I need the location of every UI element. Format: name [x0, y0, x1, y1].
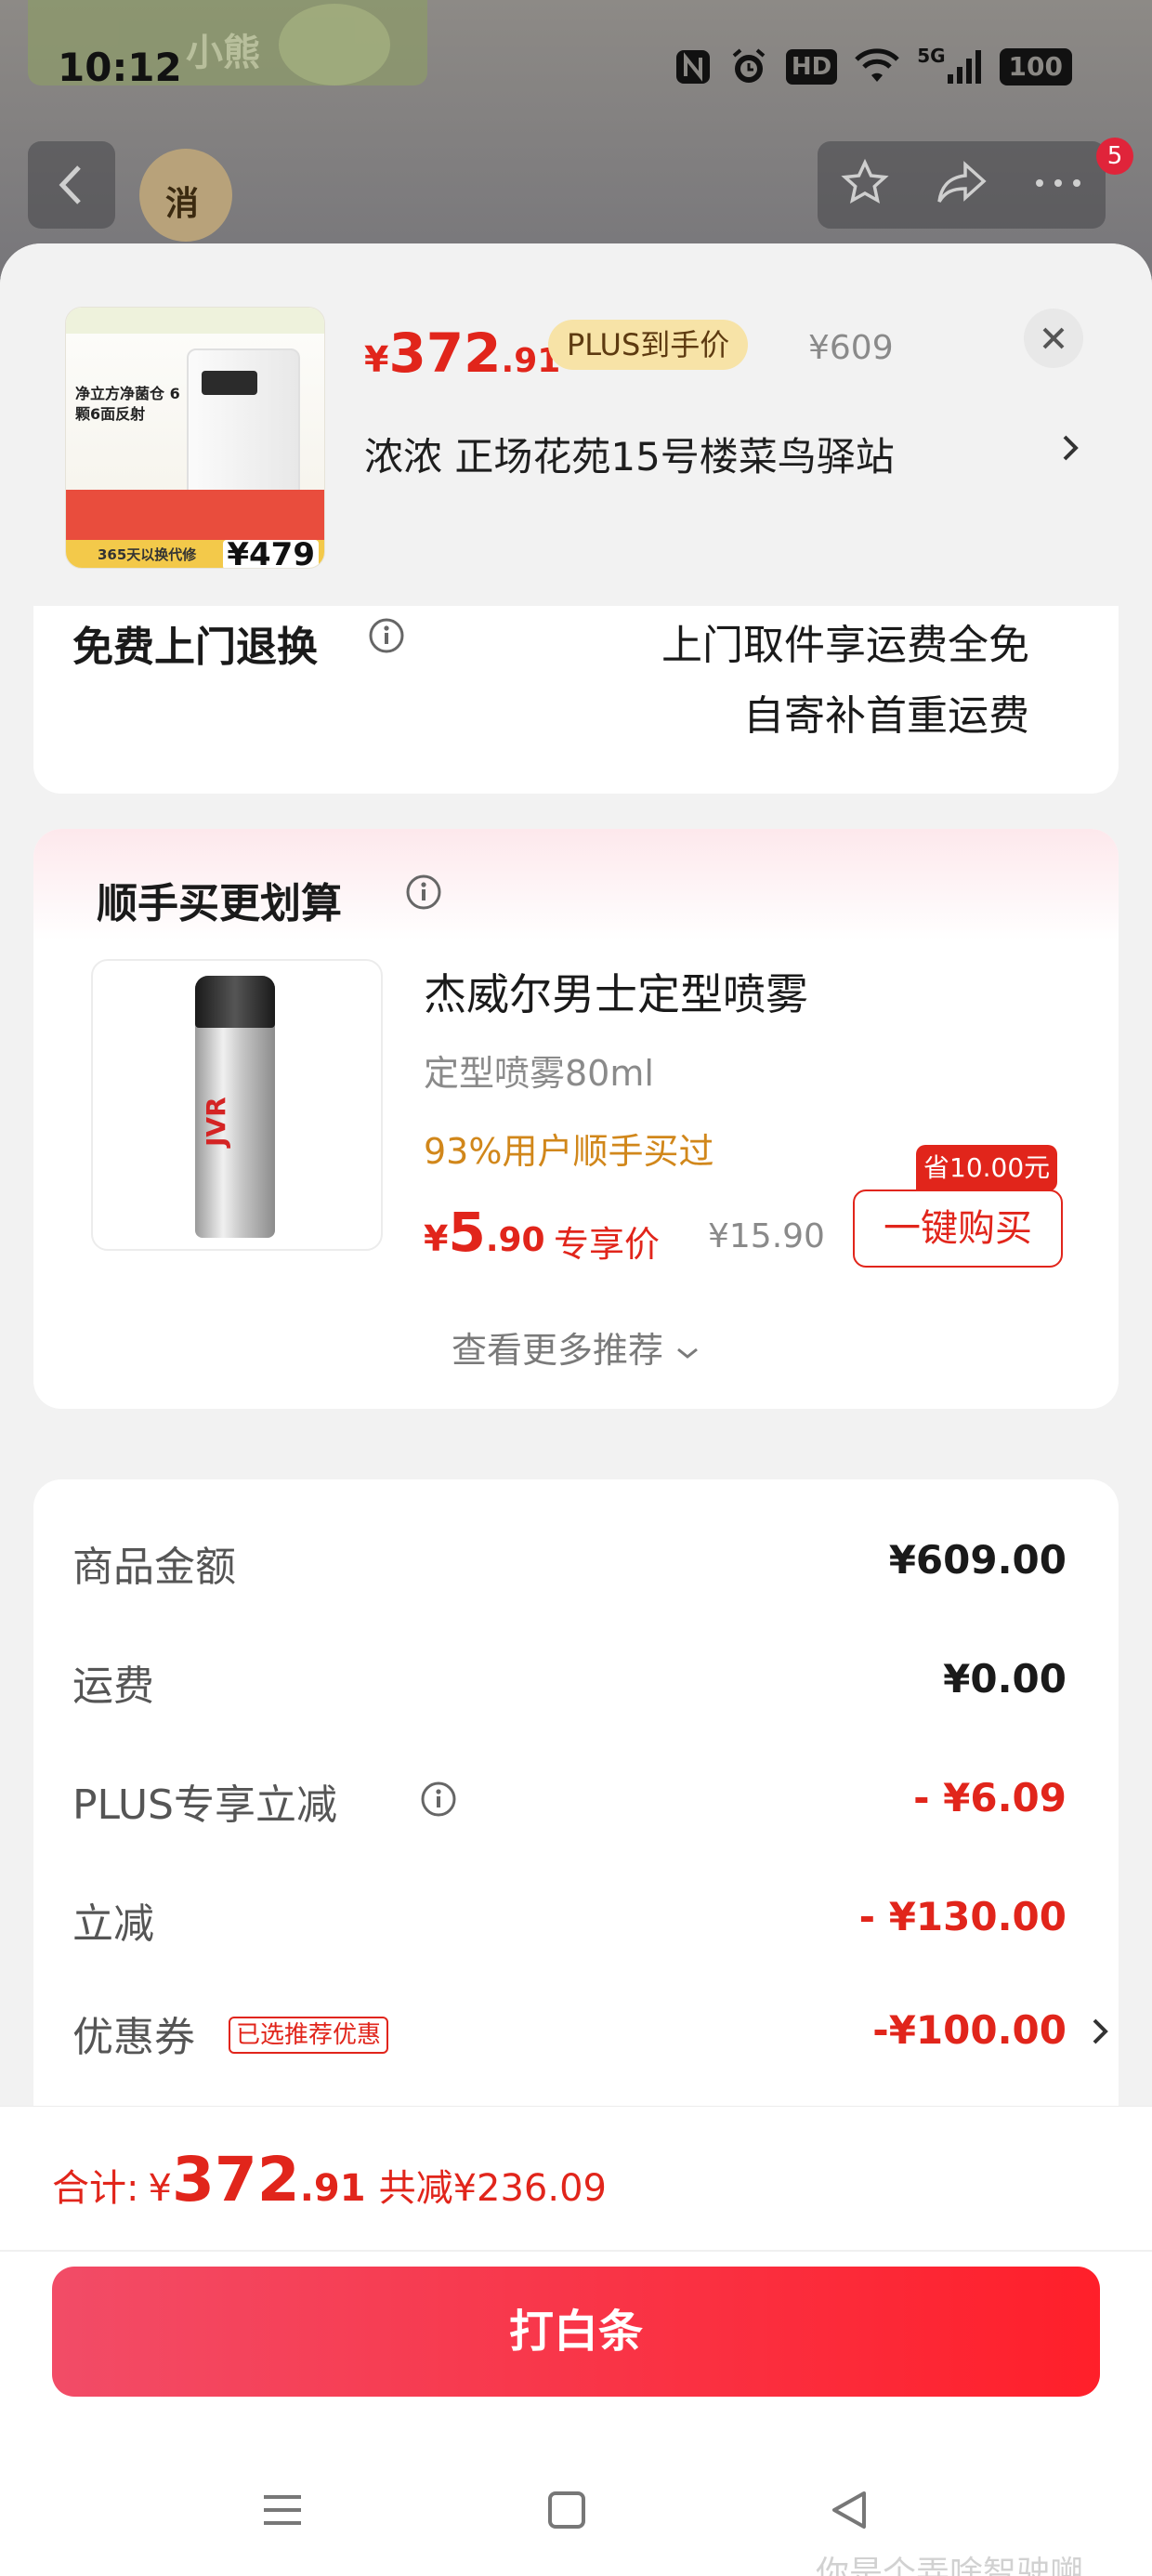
addon-price-integer: 5: [448, 1201, 486, 1264]
thumb-headline: 净立方净菌仓 6颗6面反射: [75, 385, 180, 423]
total-saved: 共减¥236.09: [378, 2167, 607, 2210]
close-icon: [1042, 327, 1065, 349]
addon-original-price: ¥15.90: [708, 1217, 825, 1255]
star-icon[interactable]: [839, 157, 891, 213]
info-icon[interactable]: [420, 1781, 457, 1821]
notification-badge: 5: [1096, 138, 1133, 175]
back-button[interactable]: [28, 141, 115, 229]
original-price: ¥609: [808, 329, 894, 367]
coupon-tag: 已选推荐优惠: [229, 2017, 389, 2054]
chevron-right-icon[interactable]: [1089, 2013, 1111, 2054]
thumb-promo-band: [66, 490, 324, 540]
top-toolbar: [818, 141, 1106, 229]
spray-can-cap: [195, 976, 275, 1028]
chevron-down-icon: [677, 1347, 698, 1359]
return-line-1: 上门取件享运费全免: [661, 622, 1029, 669]
exclusive-price-label: 专享价: [554, 1224, 661, 1265]
summary-value: - ¥6.09: [913, 1775, 1067, 1820]
pay-button[interactable]: 打白条: [52, 2267, 1100, 2397]
addon-title: 顺手买更划算: [97, 880, 342, 927]
one-click-buy-button[interactable]: 一键购买: [853, 1189, 1063, 1268]
summary-value: ¥609.00: [888, 1537, 1067, 1583]
summary-row-shipping: 运费 ¥0.00: [72, 1652, 1067, 1717]
summary-value: ¥0.00: [943, 1656, 1067, 1702]
watermark: 你是个弄啥智驶嗍: [816, 2555, 1084, 2576]
total-label: 合计:: [52, 2167, 139, 2210]
network-type: 5G: [917, 45, 946, 67]
info-icon[interactable]: [368, 617, 405, 658]
return-line-2: 自寄补首重运费: [743, 692, 1029, 740]
alarm-icon: [728, 46, 769, 87]
addon-product-spec: 定型喷雾80ml: [424, 1053, 654, 1094]
nfc-icon: [674, 46, 712, 87]
thumb-price: ¥479: [223, 539, 319, 568]
see-more-label: 查看更多推荐: [451, 1330, 663, 1371]
share-icon[interactable]: [934, 157, 989, 213]
medal-text: 消: [165, 185, 200, 223]
addon-social-proof: 93%用户顺手买过: [424, 1131, 714, 1172]
total-integer: 372: [171, 2144, 300, 2215]
summary-label: 立减: [72, 1900, 154, 1948]
summary-value: - ¥130.00: [858, 1894, 1067, 1939]
status-bar: 10:12 HD 5G 100: [0, 0, 1152, 139]
thumb-brand-strip: [66, 308, 324, 334]
header-price: ¥ 372 .91: [364, 322, 560, 385]
summary-label: 商品金额: [72, 1544, 236, 1591]
summary-row-goods: 商品金额 ¥609.00: [72, 1533, 1067, 1598]
close-button[interactable]: [1024, 309, 1083, 368]
menu-icon[interactable]: [260, 2488, 305, 2536]
addon-product-name[interactable]: 杰威尔男士定型喷雾: [424, 961, 808, 1022]
divider: [0, 2250, 1152, 2252]
battery-icon: 100: [999, 48, 1072, 85]
total-currency: ¥: [148, 2167, 172, 2210]
medal-badge: 消: [139, 149, 232, 242]
summary-row-coupon[interactable]: 优惠券 已选推荐优惠 -¥100.00: [72, 2004, 1108, 2069]
info-icon[interactable]: [405, 874, 442, 914]
save-amount-tag: 省10.00元: [916, 1145, 1058, 1191]
wifi-icon: [854, 46, 900, 87]
addon-price-decimal: .90: [485, 1221, 545, 1259]
can-brand-text: JVR: [201, 1097, 231, 1147]
more-icon[interactable]: [1032, 174, 1084, 196]
summary-row-plus: PLUS专享立减 - ¥6.09: [72, 1771, 1067, 1836]
addon-card: 顺手买更划算 JVR 杰威尔男士定型喷雾 定型喷雾80ml 93%用户顺手买过 …: [33, 829, 1119, 1409]
price-integer: 372: [388, 322, 502, 385]
status-time: 10:12: [58, 45, 182, 90]
summary-label: 运费: [72, 1663, 154, 1710]
status-icons: HD 5G 100: [674, 45, 1072, 87]
home-icon[interactable]: [544, 2488, 589, 2536]
plus-price-tag: PLUS到手价: [548, 320, 749, 370]
product-thumbnail: 净立方净菌仓 6颗6面反射 365天以换代修 ¥479: [65, 307, 325, 569]
summary-row-discount: 立减 - ¥130.00: [72, 1890, 1067, 1955]
return-card: 免费上门退换 上门取件享运费全免 自寄补首重运费: [33, 606, 1119, 794]
return-title: 免费上门退换: [72, 624, 318, 671]
addon-price: ¥ 5 .90: [424, 1201, 545, 1264]
back-triangle-icon[interactable]: [827, 2488, 871, 2536]
bottom-bar: 合计: ¥ 372 .91 共减¥236.09 打白条: [0, 2106, 1152, 2576]
total-decimal: .91: [299, 2167, 366, 2210]
see-more-link[interactable]: 查看更多推荐: [33, 1321, 1119, 1373]
delivery-address[interactable]: 浓浓 正场花苑15号楼菜鸟驿站: [364, 426, 1015, 482]
summary-value: -¥100.00: [872, 2007, 1067, 2053]
price-currency: ¥: [364, 339, 389, 380]
sheet-header: 净立方净菌仓 6颗6面反射 365天以换代修 ¥479 ¥ 372 .91 PL…: [0, 243, 1152, 615]
addon-price-currency: ¥: [424, 1218, 449, 1259]
summary-label: PLUS专享立减: [72, 1781, 337, 1829]
hd-icon: HD: [785, 49, 838, 85]
summary-label: 优惠券: [72, 2014, 195, 2061]
chevron-left-icon: [59, 165, 81, 204]
total-amount: 合计: ¥ 372 .91 共减¥236.09: [52, 2144, 607, 2215]
addon-product-image[interactable]: JVR: [91, 959, 383, 1251]
5g-signal-icon: 5G: [917, 45, 982, 87]
chevron-right-icon[interactable]: [1059, 429, 1081, 470]
